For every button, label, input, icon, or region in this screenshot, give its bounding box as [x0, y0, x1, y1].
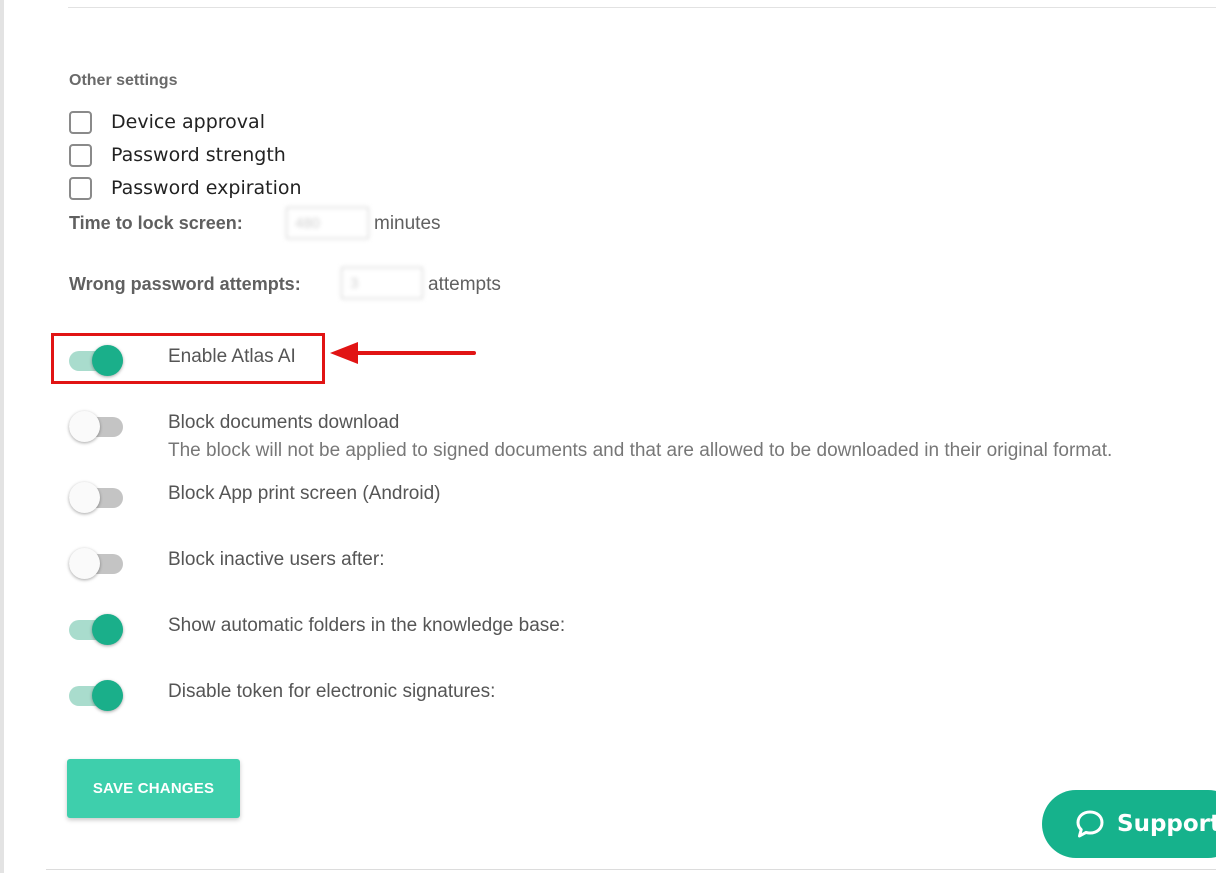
password-expiration-checkbox[interactable]	[69, 176, 92, 200]
password-strength-row: Password strength	[69, 142, 286, 168]
block-print-screen-toggle[interactable]	[69, 482, 123, 513]
support-label: Support	[1117, 811, 1216, 837]
password-attempts-input[interactable]	[341, 267, 423, 299]
highlight-box	[51, 333, 325, 384]
password-attempts-unit: attempts	[428, 274, 501, 295]
red-arrow-annotation	[330, 342, 476, 364]
device-approval-checkbox[interactable]	[69, 110, 92, 134]
support-button[interactable]: Support	[1042, 790, 1216, 858]
top-divider	[68, 7, 1216, 8]
section-title: Other settings	[69, 72, 178, 89]
password-expiration-row: Password expiration	[69, 175, 302, 201]
block-inactive-users-label: Block inactive users after:	[168, 549, 385, 570]
toggle-thumb	[92, 614, 123, 645]
toggle-thumb	[69, 411, 100, 442]
disable-token-label: Disable token for electronic signatures:	[168, 681, 496, 702]
password-expiration-label: Password expiration	[111, 177, 302, 199]
save-changes-button[interactable]: SAVE CHANGES	[67, 759, 240, 818]
lock-screen-label: Time to lock screen:	[69, 213, 243, 233]
toggle-thumb	[69, 548, 100, 579]
disable-token-toggle[interactable]	[69, 680, 123, 711]
lock-screen-input[interactable]	[286, 207, 369, 239]
toggle-thumb	[69, 482, 100, 513]
block-documents-download-label: Block documents download	[168, 412, 400, 433]
block-documents-download-description: The block will not be applied to signed …	[168, 440, 1113, 461]
chat-bubble-icon	[1076, 810, 1104, 838]
toggle-thumb	[92, 680, 123, 711]
password-attempts-label: Wrong password attempts:	[69, 274, 301, 294]
show-automatic-folders-toggle[interactable]	[69, 614, 123, 645]
block-print-screen-label: Block App print screen (Android)	[168, 483, 441, 504]
block-inactive-users-toggle[interactable]	[69, 548, 123, 579]
password-strength-label: Password strength	[111, 144, 286, 166]
show-automatic-folders-label: Show automatic folders in the knowledge …	[168, 615, 566, 636]
left-edge-divider	[0, 0, 4, 873]
bottom-divider	[46, 869, 1216, 870]
device-approval-label: Device approval	[111, 111, 265, 133]
block-documents-download-toggle[interactable]	[69, 411, 123, 442]
lock-screen-unit: minutes	[374, 213, 441, 234]
password-strength-checkbox[interactable]	[69, 143, 92, 167]
device-approval-row: Device approval	[69, 109, 265, 135]
